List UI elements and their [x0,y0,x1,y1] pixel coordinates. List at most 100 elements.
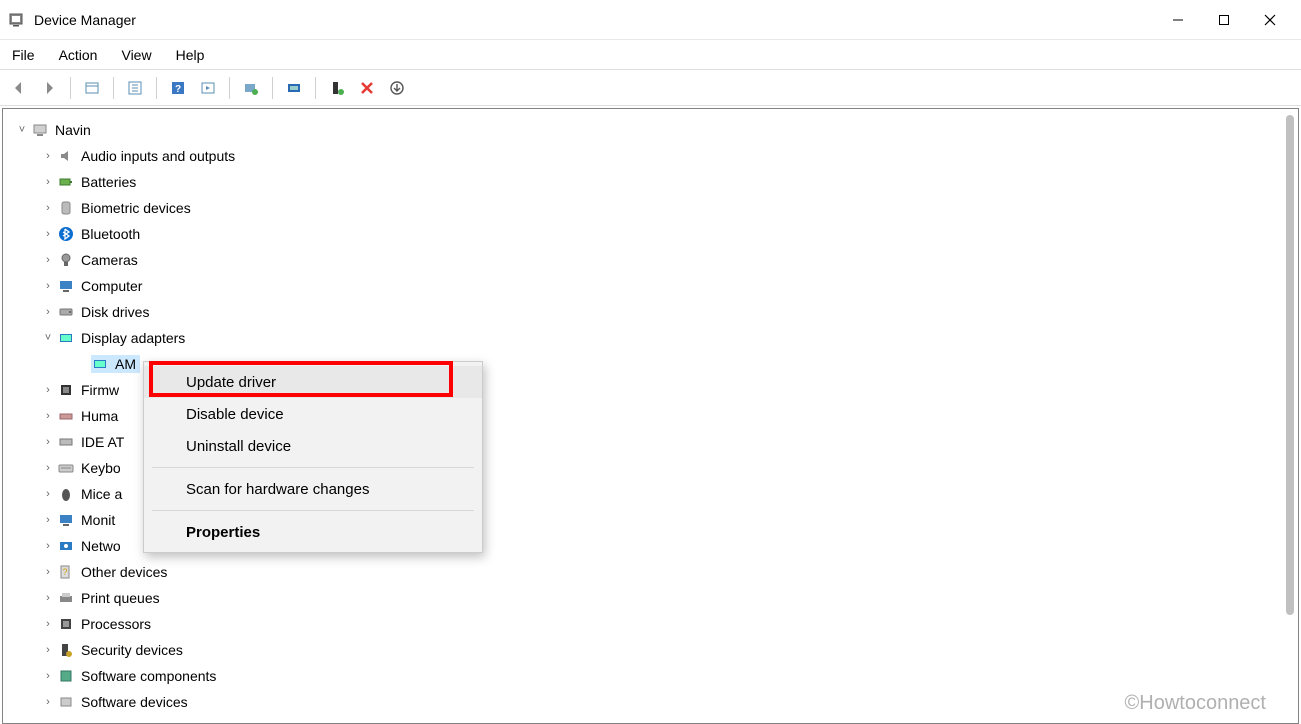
chevron-right-icon[interactable]: › [41,202,55,214]
chevron-right-icon[interactable]: › [41,280,55,292]
tree-node-batteries[interactable]: › Batteries [7,169,1298,195]
tree-node-label: Netwo [81,538,121,554]
toolbar-separator [272,77,273,99]
minimize-button[interactable] [1155,4,1201,36]
chevron-right-icon[interactable]: › [41,592,55,604]
tree-node-disk-drives[interactable]: › Disk drives [7,299,1298,325]
tree-node-biometric[interactable]: › Biometric devices [7,195,1298,221]
menu-file[interactable]: File [8,45,39,65]
close-button[interactable] [1247,4,1293,36]
chevron-right-icon[interactable]: › [41,228,55,240]
battery-icon [57,173,75,191]
chevron-right-icon[interactable]: › [41,410,55,422]
toolbar-separator [156,77,157,99]
context-menu-update-driver[interactable]: Update driver [144,366,482,398]
tree-node-computer[interactable]: › Computer [7,273,1298,299]
tree-node-label: Mice a [81,486,122,502]
chevron-down-icon[interactable]: ˅ [15,124,29,136]
menu-view[interactable]: View [117,45,155,65]
unknown-device-icon: ? [57,563,75,581]
scrollbar-thumb[interactable] [1286,115,1294,615]
chevron-right-icon[interactable]: › [41,384,55,396]
tree-node-label: Firmw [81,382,119,398]
printer-icon [57,589,75,607]
chevron-right-icon[interactable]: › [41,306,55,318]
fingerprint-icon [57,199,75,217]
scan-hardware-button[interactable] [238,75,264,101]
tree-node-other-devices[interactable]: › ? Other devices [7,559,1298,585]
tree-node-label: Cameras [81,252,138,268]
menu-action[interactable]: Action [55,45,102,65]
chevron-right-icon[interactable]: › [41,488,55,500]
tree-node-print-queues[interactable]: › Print queues [7,585,1298,611]
context-menu-item-label: Uninstall device [186,438,291,455]
chevron-right-icon[interactable]: › [41,696,55,708]
chevron-right-icon[interactable]: › [41,176,55,188]
processor-icon [57,615,75,633]
chevron-right-icon[interactable]: › [41,514,55,526]
vertical-scrollbar[interactable] [1282,109,1296,723]
tree-node-audio[interactable]: › Audio inputs and outputs [7,143,1298,169]
forward-button[interactable] [36,75,62,101]
help-button[interactable]: ? [165,75,191,101]
tree-node-cameras[interactable]: › Cameras [7,247,1298,273]
chevron-right-icon[interactable]: › [41,670,55,682]
network-icon [57,537,75,555]
tree-root[interactable]: ˅ Navin [7,117,1298,143]
context-menu-uninstall-device[interactable]: Uninstall device [144,430,482,462]
chevron-right-icon[interactable]: › [41,644,55,656]
hid-icon [57,407,75,425]
tree-node-label: Software components [81,668,216,684]
camera-icon [57,251,75,269]
context-menu-properties[interactable]: Properties [144,516,482,548]
chevron-right-icon[interactable]: › [41,462,55,474]
display-adapter-icon [91,355,109,373]
update-driver-button[interactable] [281,75,307,101]
tree-node-security[interactable]: › Security devices [7,637,1298,663]
content-pane: ˅ Navin › Audio inputs and outputs › Bat… [2,108,1299,724]
svg-text:?: ? [175,84,181,95]
disk-icon [57,303,75,321]
context-menu-disable-device[interactable]: Disable device [144,398,482,430]
maximize-button[interactable] [1201,4,1247,36]
context-menu-scan-hardware[interactable]: Scan for hardware changes [144,473,482,505]
back-button[interactable] [6,75,32,101]
bluetooth-icon [57,225,75,243]
monitor-icon [57,511,75,529]
chevron-right-icon[interactable]: › [41,566,55,578]
chevron-right-icon[interactable]: › [41,618,55,630]
toolbar-separator [229,77,230,99]
chevron-right-icon[interactable]: › [41,254,55,266]
tree-node-label: Other devices [81,564,167,580]
action-button[interactable] [195,75,221,101]
chevron-right-icon[interactable]: › [41,150,55,162]
app-icon [8,12,24,28]
chevron-right-icon[interactable]: › [41,436,55,448]
chevron-right-icon[interactable]: › [41,540,55,552]
context-menu-separator [152,510,474,511]
keyboard-icon [57,459,75,477]
tree-root-label: Navin [55,122,91,138]
monitor-icon [57,277,75,295]
disable-device-button[interactable] [384,75,410,101]
tree-node-label: Computer [81,278,142,294]
window-title: Device Manager [34,12,136,28]
toolbar-separator [113,77,114,99]
tree-node-label: Software devices [81,694,188,710]
tree-node-bluetooth[interactable]: › Bluetooth [7,221,1298,247]
tree-node-label: Processors [81,616,151,632]
tree-node-label: Display adapters [81,330,185,346]
watermark: ©Howtoconnect [1125,692,1266,715]
uninstall-device-button[interactable] [354,75,380,101]
properties-button[interactable] [122,75,148,101]
menu-help[interactable]: Help [172,45,209,65]
tree-node-software-components[interactable]: › Software components [7,663,1298,689]
security-icon [57,641,75,659]
chevron-down-icon[interactable]: ˅ [41,332,55,344]
enable-device-button[interactable] [324,75,350,101]
show-hidden-button[interactable] [79,75,105,101]
tree-node-display-adapters[interactable]: ˅ Display adapters [7,325,1298,351]
tree-node-software-devices[interactable]: › Software devices [7,689,1298,715]
tree-node-label: AM [115,356,136,372]
tree-node-processors[interactable]: › Processors [7,611,1298,637]
